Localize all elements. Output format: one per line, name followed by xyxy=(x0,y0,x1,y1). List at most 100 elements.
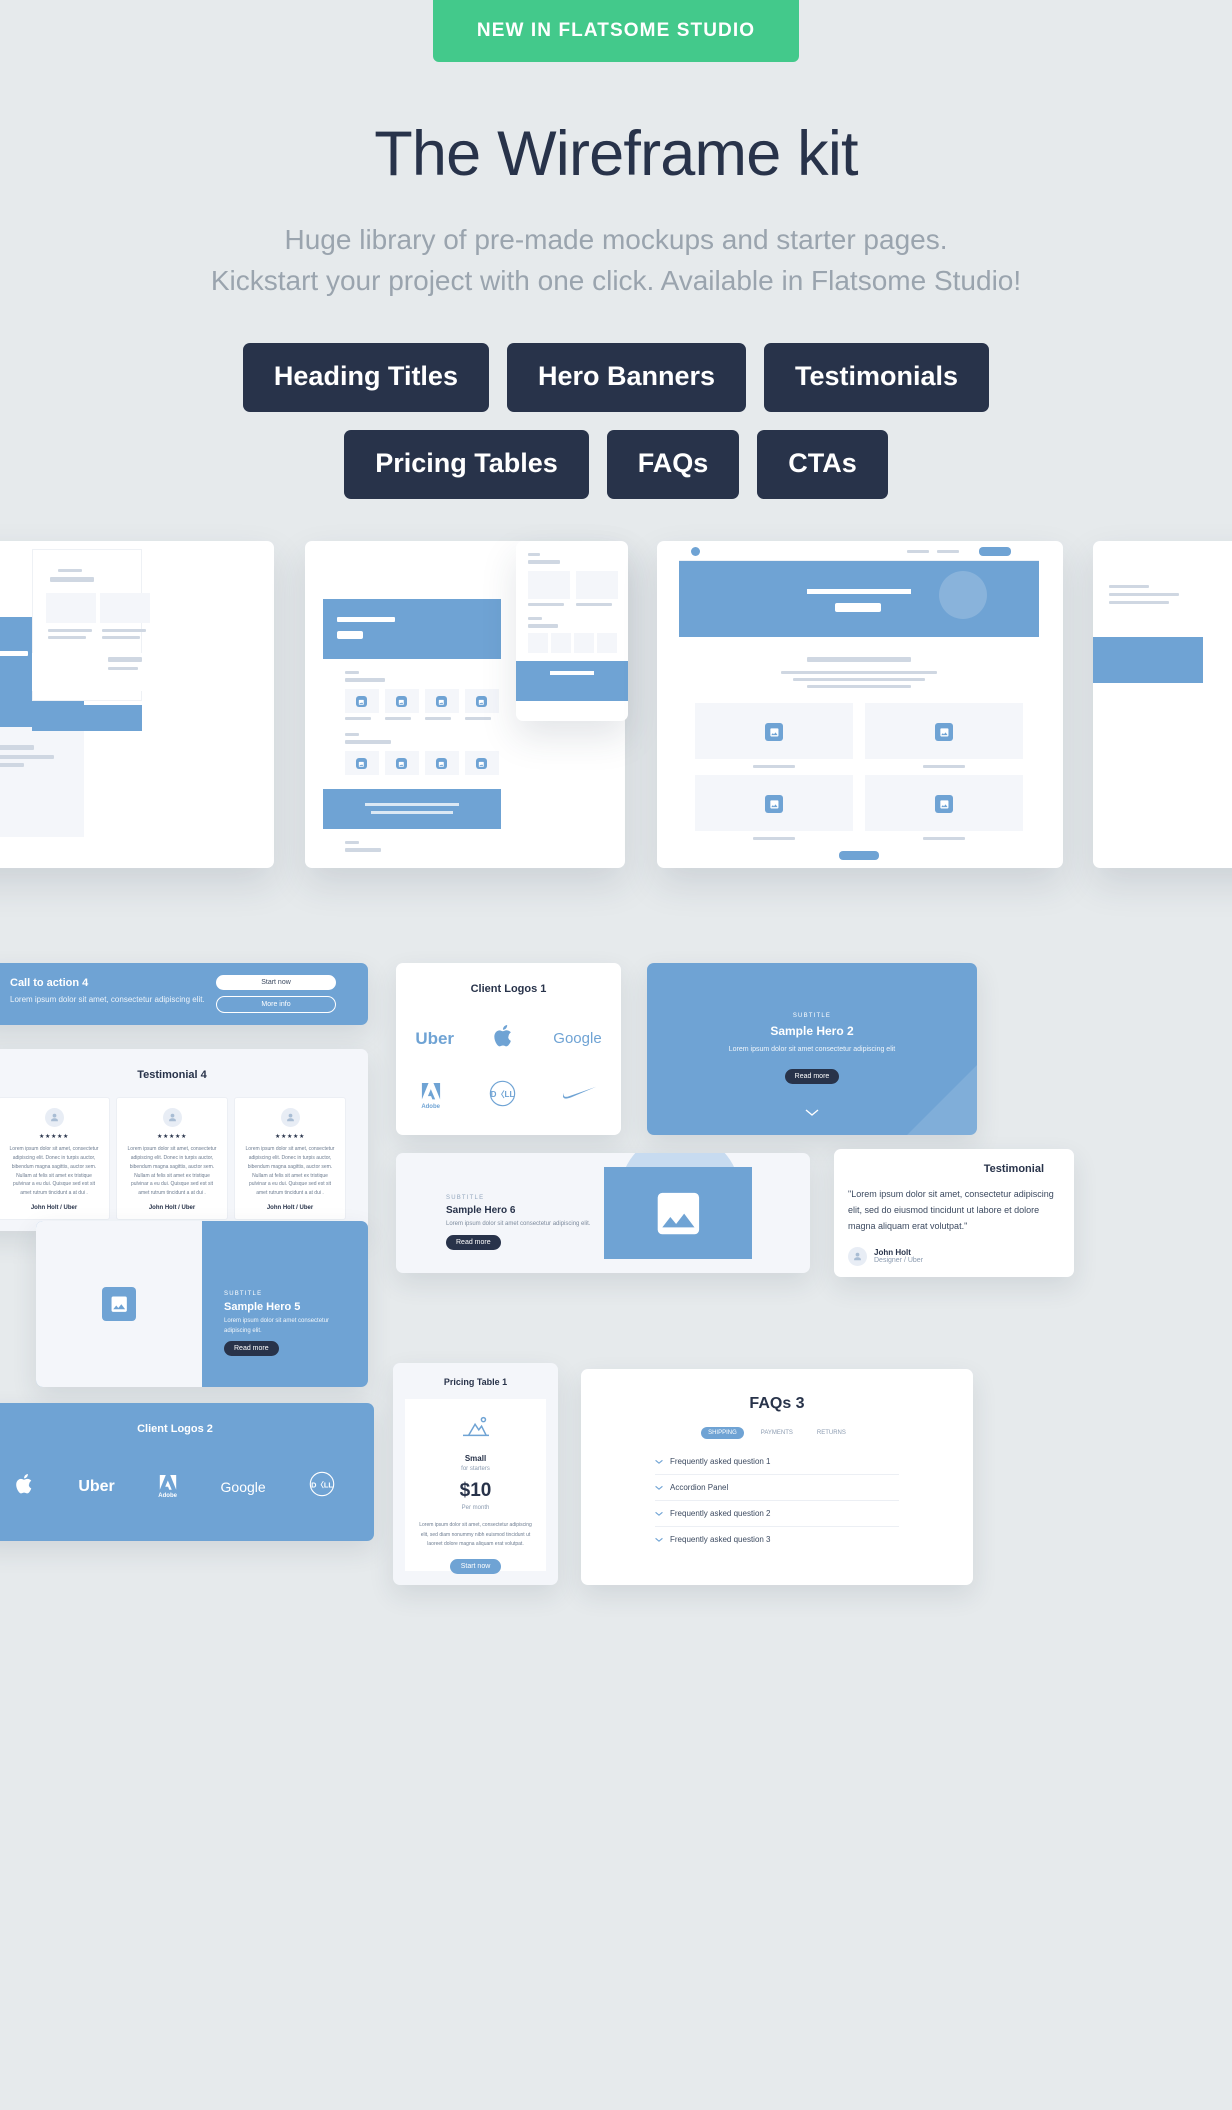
pricing1-price: $10 xyxy=(459,1480,492,1502)
tag-faqs[interactable]: FAQs xyxy=(606,430,740,500)
faq-row[interactable]: Frequently asked question 1 xyxy=(655,1449,899,1476)
hero6-body: Lorem ipsum dolor sit amet consectetur a… xyxy=(446,1221,591,1228)
cta4-body: Lorem ipsum dolor sit amet, consectetur … xyxy=(10,995,205,1005)
card-call-to-action-4[interactable]: Call to action 4 Lorem ipsum dolor sit a… xyxy=(0,963,368,1026)
card-sample-hero-5[interactable]: SUBTITLE Sample Hero 5 Lorem ipsum dolor… xyxy=(36,1221,368,1388)
card-faqs-3[interactable]: FAQs 3 SHIPPING PAYMENTS RETURNS Frequen… xyxy=(581,1369,973,1586)
tag-ctas[interactable]: CTAs xyxy=(757,430,888,500)
avatar xyxy=(280,1108,300,1128)
svg-text:D〈LL: D〈LL xyxy=(491,1090,515,1100)
adobe-logo: Adobe xyxy=(420,1082,442,1110)
dell-logo: D〈LL xyxy=(309,1471,335,1502)
testimonial-author: John Holt / Uber xyxy=(30,1204,78,1211)
testimonial-author: John Holt / Uber xyxy=(266,1204,314,1211)
pricing1-plan-sub: for starters xyxy=(461,1466,490,1473)
mountain-icon xyxy=(462,1417,489,1437)
testimonial-item: ★★★★★ Lorem ipsum dolor sit amet, consec… xyxy=(116,1097,228,1220)
card-pricing-table-1[interactable]: Pricing Table 1 Small for starters $10 P… xyxy=(393,1363,558,1586)
hero2-body: Lorem ipsum dolor sit amet consectetur a… xyxy=(728,1046,896,1054)
chevron-down-icon xyxy=(655,1484,663,1492)
rating-stars: ★★★★★ xyxy=(275,1134,305,1141)
card-sample-hero-6[interactable]: SUBTITLE Sample Hero 6 Lorem ipsum dolor… xyxy=(396,1153,810,1274)
image-placeholder-icon xyxy=(111,1296,127,1313)
tag-heading-titles[interactable]: Heading Titles xyxy=(242,343,489,413)
chevron-down-icon xyxy=(655,1536,663,1544)
card-client-logos-1[interactable]: Client Logos 1 Uber Google Adobe D〈LL xyxy=(396,963,621,1136)
new-badge: NEW IN FLATSOME STUDIO xyxy=(432,0,800,62)
apple-logo xyxy=(493,1023,515,1054)
faqs3-tab-payments[interactable]: PAYMENTS xyxy=(754,1427,800,1439)
faqs3-tab-returns[interactable]: RETURNS xyxy=(810,1427,853,1439)
client-logos1-title: Client Logos 1 xyxy=(470,983,547,996)
testimonial-right-role: Designer / Uber xyxy=(874,1257,924,1265)
testimonial-quote: Lorem ipsum dolor sit amet, consectetur … xyxy=(9,1146,99,1197)
mockup-screenshot-2b[interactable] xyxy=(516,541,628,722)
testimonial-quote: Lorem ipsum dolor sit amet, consectetur … xyxy=(245,1146,335,1197)
pricing1-period: Per month xyxy=(461,1505,490,1512)
subtitle-line-2: Kickstart your project with one click. A… xyxy=(210,264,1022,296)
tag-hero-banners[interactable]: Hero Banners xyxy=(506,343,747,413)
testimonial-item: ★★★★★ Lorem ipsum dolor sit amet, consec… xyxy=(234,1097,346,1220)
mockup-screenshot-1[interactable] xyxy=(0,541,274,869)
card-testimonial-right[interactable]: Testimonial "Lorem ipsum dolor sit amet,… xyxy=(834,1149,1074,1278)
testimonial-quote: Lorem ipsum dolor sit amet, consectetur … xyxy=(127,1146,217,1197)
client-logos2-title: Client Logos 2 xyxy=(137,1423,213,1436)
chevron-down-icon xyxy=(655,1510,663,1518)
hero2-title: Sample Hero 2 xyxy=(770,1024,854,1039)
hero2-kicker: SUBTITLE xyxy=(792,1013,832,1020)
card-sample-hero-2[interactable]: SUBTITLE Sample Hero 2 Lorem ipsum dolor… xyxy=(647,963,977,1136)
tag-pricing-tables[interactable]: Pricing Tables xyxy=(344,430,589,500)
rating-stars: ★★★★★ xyxy=(39,1134,69,1141)
hero6-kicker: SUBTITLE xyxy=(446,1195,485,1202)
google-logo: Google xyxy=(220,1478,266,1495)
page-title: The Wireframe kit xyxy=(374,119,858,189)
uber-logo: Uber xyxy=(415,1028,455,1048)
faq-question: Frequently asked question 1 xyxy=(670,1457,771,1467)
faqs3-tab-shipping[interactable]: SHIPPING xyxy=(701,1427,744,1440)
avatar xyxy=(44,1108,64,1128)
avatar xyxy=(848,1246,867,1266)
pricing1-plan: Small xyxy=(464,1454,487,1464)
faq-question: Frequently asked question 2 xyxy=(670,1509,771,1519)
testimonial-right-name: John Holt xyxy=(874,1248,911,1258)
hero6-read-more-button[interactable]: Read more xyxy=(446,1235,501,1251)
pricing1-title: Pricing Table 1 xyxy=(443,1377,508,1388)
apple-logo xyxy=(15,1472,35,1501)
tag-row-2: Pricing Tables FAQs CTAs xyxy=(0,430,1232,500)
testimonial-author: John Holt / Uber xyxy=(148,1204,196,1211)
google-logo: Google xyxy=(553,1030,602,1048)
tag-testimonials[interactable]: Testimonials xyxy=(764,343,990,413)
card-client-logos-2[interactable]: Client Logos 2 Uber Adobe Google D〈LL xyxy=(0,1403,374,1542)
chevron-down-icon xyxy=(655,1458,663,1466)
hero6-title: Sample Hero 6 xyxy=(446,1205,516,1217)
faq-row[interactable]: Accordion Panel xyxy=(655,1475,899,1502)
cta4-more-info-button[interactable]: More info xyxy=(216,996,336,1014)
avatar xyxy=(162,1108,182,1128)
mockup-screenshot-3[interactable] xyxy=(657,541,1063,869)
mockup-screenshot-4[interactable] xyxy=(1093,541,1232,869)
dell-logo: D〈LL xyxy=(489,1080,516,1112)
uber-logo: Uber xyxy=(78,1477,115,1495)
cta4-start-now-button[interactable]: Start now xyxy=(216,975,336,991)
card-testimonial-4[interactable]: Testimonial 4 ★★★★★ Lorem ipsum dolor si… xyxy=(0,1049,368,1232)
pricing1-start-now-button[interactable]: Start now xyxy=(449,1559,502,1575)
adobe-logo: Adobe xyxy=(158,1474,178,1499)
hero-section: NEW IN FLATSOME STUDIO The Wireframe kit… xyxy=(0,0,1232,500)
testimonial4-title: Testimonial 4 xyxy=(137,1069,207,1082)
faqs3-title: FAQs 3 xyxy=(749,1395,805,1413)
testimonial-item: ★★★★★ Lorem ipsum dolor sit amet, consec… xyxy=(0,1097,110,1220)
component-card-grid: Call to action 4 Lorem ipsum dolor sit a… xyxy=(0,963,1232,1703)
nike-logo xyxy=(563,1086,597,1106)
image-placeholder-icon xyxy=(657,1192,699,1235)
hero5-title: Sample Hero 5 xyxy=(224,1301,301,1314)
hero2-read-more-button[interactable]: Read more xyxy=(784,1069,840,1085)
hero5-read-more-button[interactable]: Read more xyxy=(224,1341,279,1357)
faq-row[interactable]: Frequently asked question 3 xyxy=(655,1527,899,1552)
subtitle-line-1: Huge library of pre-made mockups and sta… xyxy=(284,224,948,256)
tag-list: Heading Titles Hero Banners Testimonials… xyxy=(0,343,1232,500)
faq-question: Frequently asked question 3 xyxy=(670,1535,771,1545)
faq-row[interactable]: Frequently asked question 2 xyxy=(655,1501,899,1528)
rating-stars: ★★★★★ xyxy=(157,1134,187,1141)
chevron-down-icon[interactable] xyxy=(805,1104,819,1122)
testimonial-right-title: Testimonial xyxy=(983,1163,1044,1176)
